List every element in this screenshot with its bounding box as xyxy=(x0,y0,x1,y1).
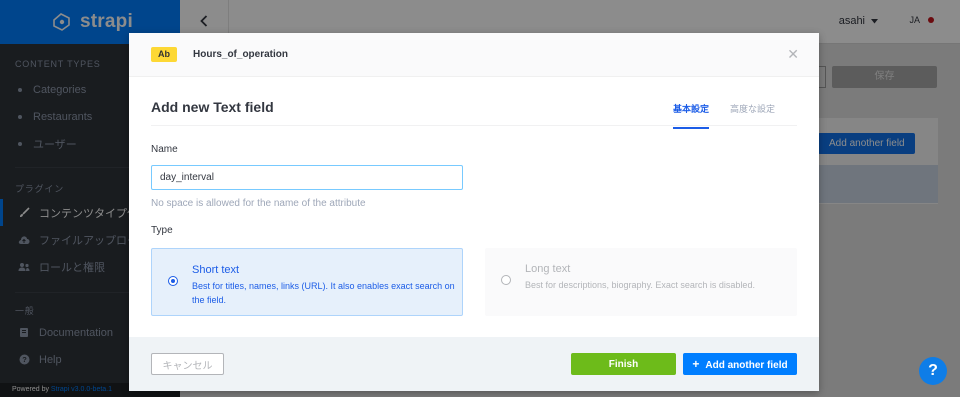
type-option-long-text[interactable]: Long text Best for descriptions, biograp… xyxy=(485,248,797,316)
type-description: Best for titles, names, links (URL). It … xyxy=(192,281,455,305)
add-another-field-label: Add another field xyxy=(705,360,788,371)
help-button[interactable]: ? xyxy=(919,357,947,385)
type-description: Best for descriptions, biography. Exact … xyxy=(525,280,755,290)
divider xyxy=(151,125,797,126)
content-type-name: Hours_of_operation xyxy=(193,49,289,60)
type-name: Short text xyxy=(192,264,240,276)
text-type-badge: Ab xyxy=(151,47,177,62)
name-label: Name xyxy=(151,144,178,155)
add-field-modal: Ab Hours_of_operation ✕ Add new Text fie… xyxy=(129,33,819,391)
type-option-short-text[interactable]: Short text Best for titles, names, links… xyxy=(151,248,463,316)
modal-footer: キャンセル Finish + Add another field xyxy=(129,337,819,391)
cancel-button[interactable]: キャンセル xyxy=(151,353,224,375)
name-input[interactable] xyxy=(151,165,463,190)
type-name: Long text xyxy=(525,263,571,275)
type-label: Type xyxy=(151,225,173,236)
finish-button[interactable]: Finish xyxy=(571,353,676,375)
modal-header: Ab Hours_of_operation xyxy=(129,33,819,77)
add-another-field-button[interactable]: + Add another field xyxy=(683,353,797,375)
name-hint: No space is allowed for the name of the … xyxy=(151,198,366,209)
close-icon[interactable]: ✕ xyxy=(787,47,799,61)
form-title: Add new Text field xyxy=(151,99,274,115)
radio-unselected-icon[interactable] xyxy=(501,275,511,285)
plus-icon: + xyxy=(692,357,700,371)
radio-selected-icon[interactable] xyxy=(168,276,178,286)
